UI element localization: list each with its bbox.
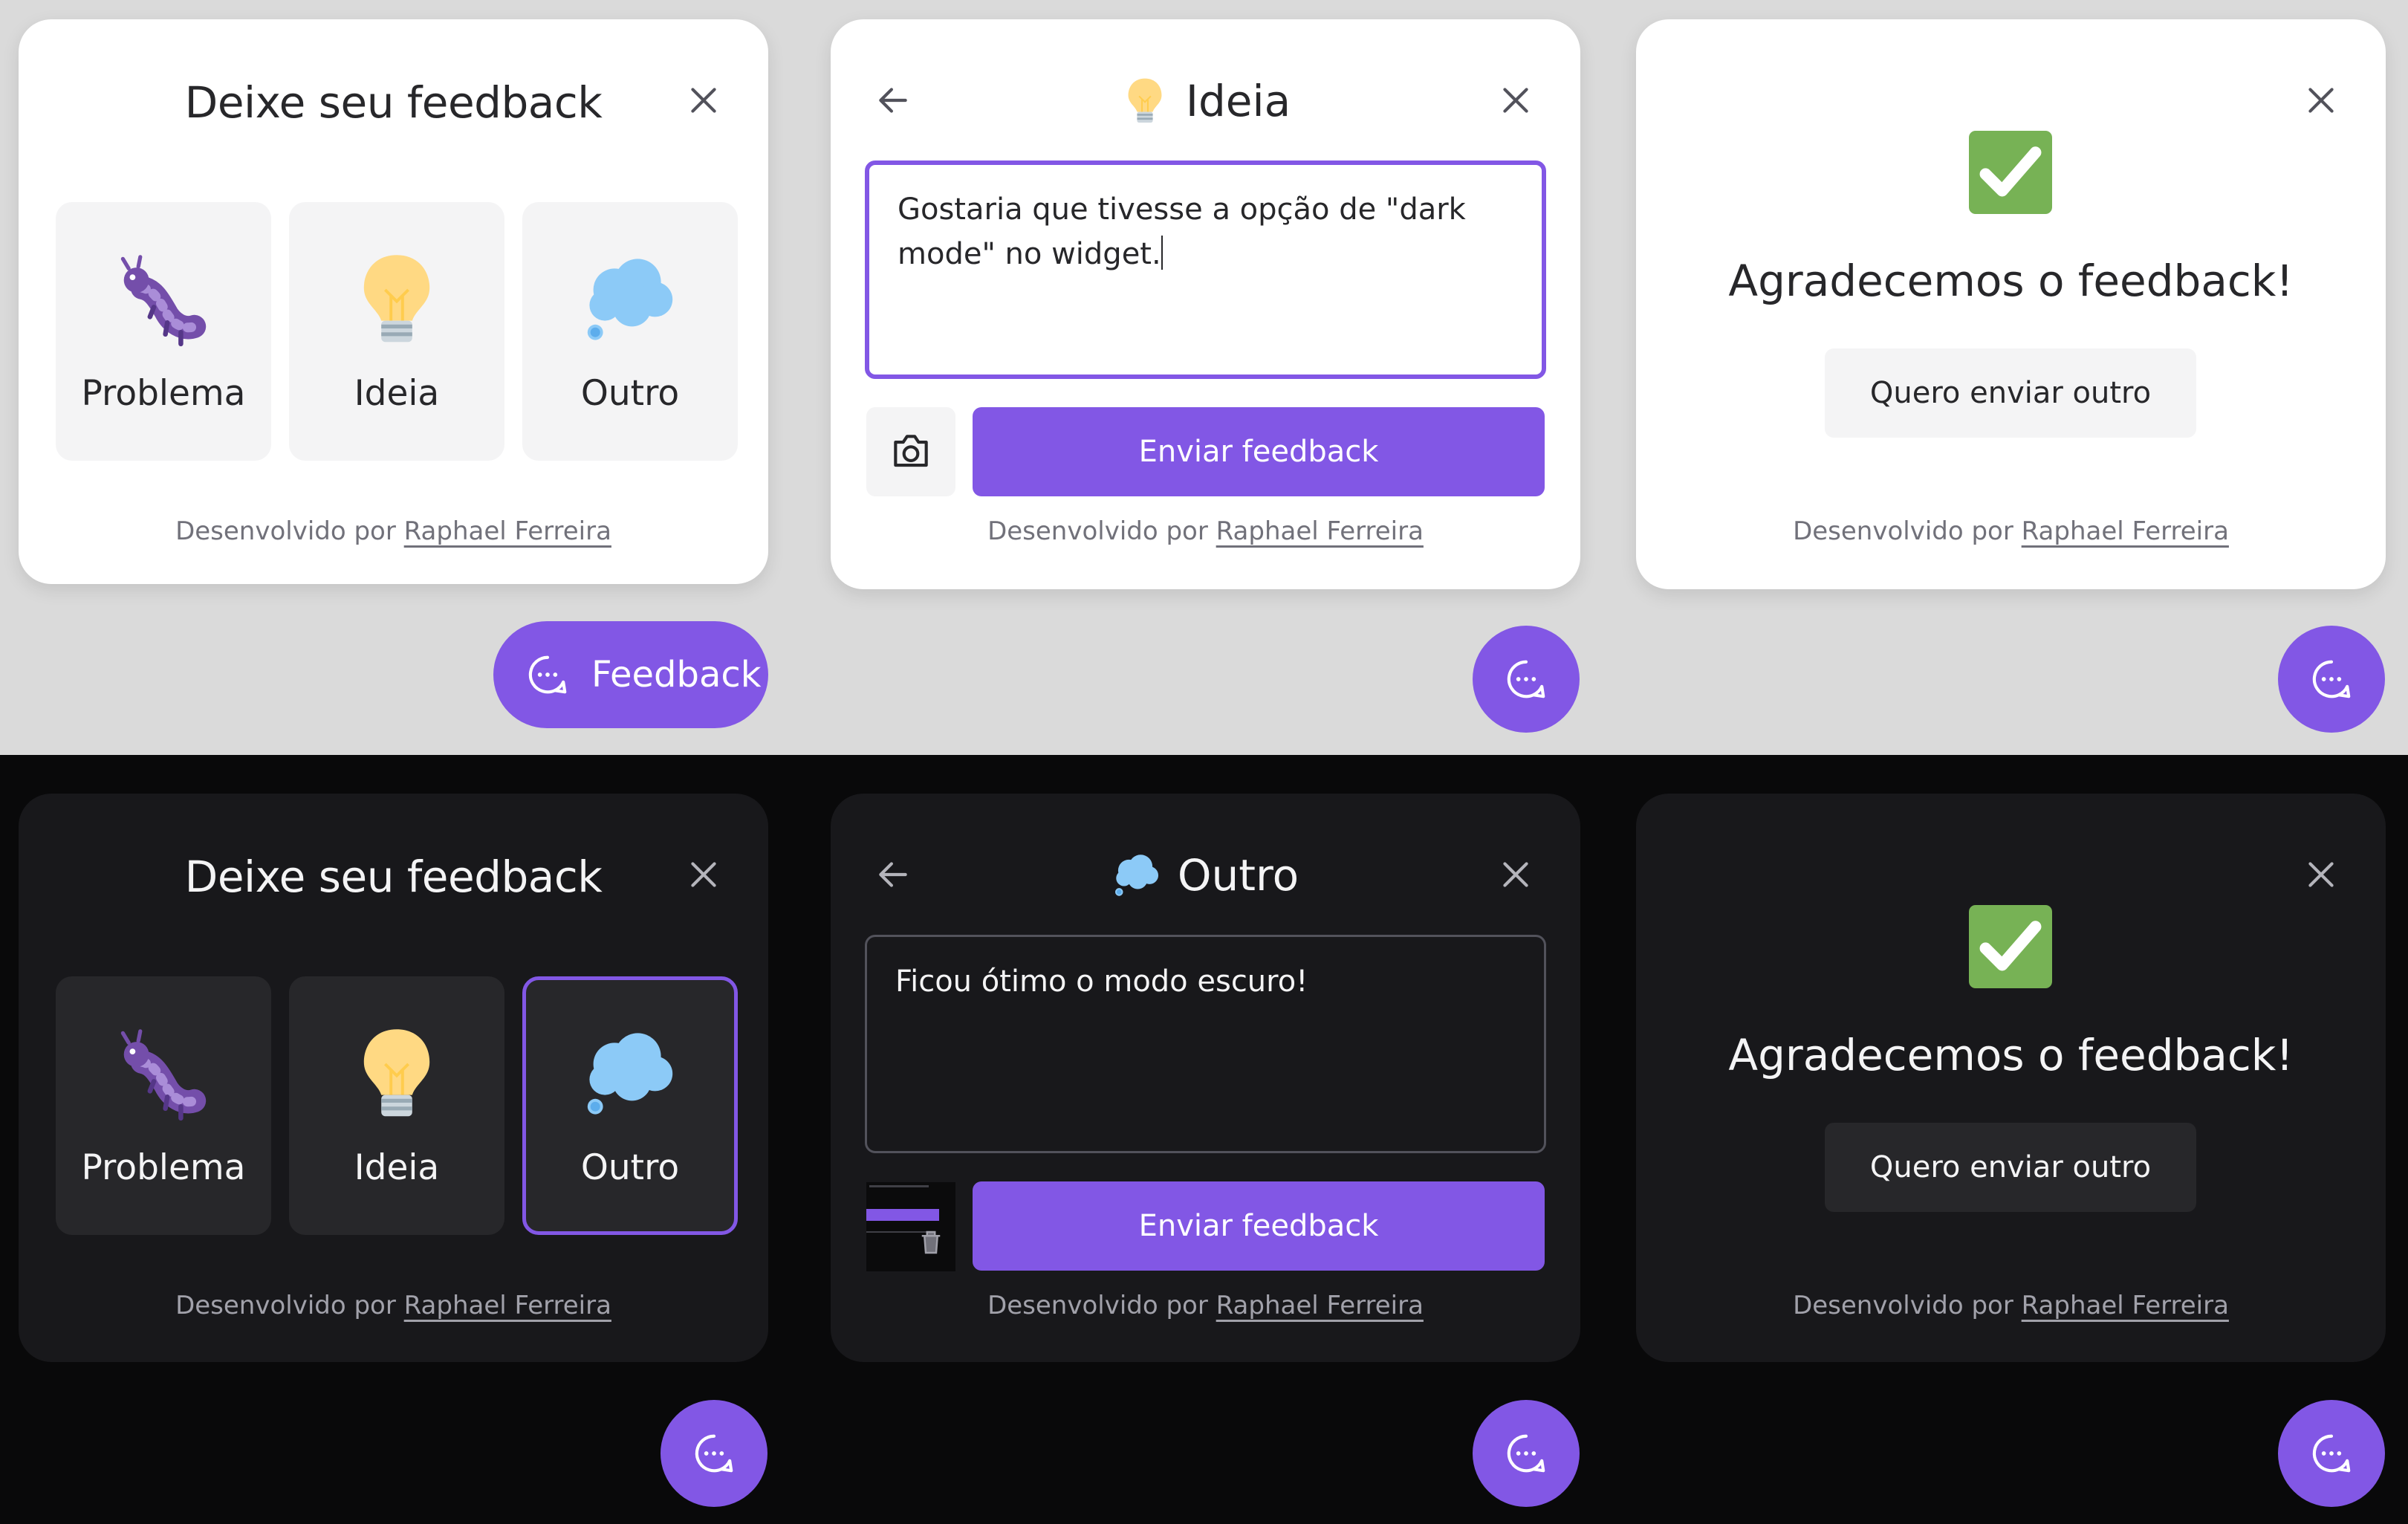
footer-credit: Desenvolvido por Raphael Ferreira	[175, 516, 611, 546]
lightbulb-icon	[1120, 77, 1169, 126]
text-cursor	[1161, 236, 1163, 270]
close-icon[interactable]	[685, 856, 722, 893]
success-message: Agradecemos o feedback!	[1728, 1030, 2294, 1080]
feedback-textarea[interactable]: Gostaria que tivesse a opção de "dark mo…	[865, 160, 1546, 379]
option-outro[interactable]: Outro	[522, 202, 738, 461]
feedback-type-options: Problema Ideia Outro	[56, 976, 738, 1235]
send-another-button[interactable]: Quero enviar outro	[1825, 348, 2196, 438]
option-ideia[interactable]: Ideia	[289, 202, 504, 461]
feedback-widget-button[interactable]	[661, 1400, 767, 1507]
author-link[interactable]: Raphael Ferreira	[2022, 516, 2229, 546]
author-link[interactable]: Raphael Ferreira	[2022, 1291, 2229, 1320]
footer-credit: Desenvolvido por Raphael Ferreira	[1793, 516, 2229, 546]
thought-balloon-icon	[1112, 851, 1161, 900]
feedback-content-card: Ideia Gostaria que tivesse a opção de "d…	[831, 19, 1580, 589]
feedback-widget-button[interactable]	[1473, 626, 1580, 733]
success-message: Agradecemos o feedback!	[1728, 256, 2294, 306]
feedback-content-card: Outro Ficou ótimo o modo escuro! Enviar …	[831, 794, 1580, 1362]
card-header: Outro	[831, 846, 1580, 905]
footer-credit: Desenvolvido por Raphael Ferreira	[987, 516, 1424, 546]
caterpillar-icon	[115, 251, 212, 348]
check-mark-icon	[1969, 905, 2052, 988]
widget-button-label: Feedback	[591, 654, 762, 695]
thought-balloon-icon	[582, 251, 678, 348]
lightbulb-icon	[348, 1025, 445, 1122]
chat-bubble-icon	[691, 1430, 737, 1476]
screenshot-button[interactable]	[866, 407, 955, 496]
chat-bubble-icon	[2308, 1430, 2355, 1476]
footer-credit: Desenvolvido por Raphael Ferreira	[175, 1291, 611, 1320]
card-title: Outro	[1177, 850, 1299, 901]
lightbulb-icon	[348, 251, 445, 348]
dark-theme-row: Deixe seu feedback Problema Ideia Outro …	[0, 755, 2408, 1524]
close-icon[interactable]	[1497, 856, 1534, 893]
camera-icon	[888, 429, 934, 475]
feedback-type-card: Deixe seu feedback Problema Ideia Outro …	[19, 794, 768, 1362]
check-mark-icon	[1969, 131, 2052, 214]
send-feedback-button[interactable]: Enviar feedback	[973, 1181, 1545, 1271]
author-link[interactable]: Raphael Ferreira	[1216, 516, 1424, 546]
author-link[interactable]: Raphael Ferreira	[1216, 1291, 1424, 1320]
close-icon[interactable]	[2302, 856, 2340, 893]
close-icon[interactable]	[2302, 82, 2340, 119]
footer-credit: Desenvolvido por Raphael Ferreira	[987, 1291, 1424, 1320]
option-label: Problema	[81, 1147, 246, 1188]
feedback-widget-button[interactable]	[1473, 1400, 1580, 1507]
chat-bubble-icon	[1503, 656, 1549, 702]
option-problema[interactable]: Problema	[56, 202, 271, 461]
send-another-button[interactable]: Quero enviar outro	[1825, 1123, 2196, 1212]
footer-credit: Desenvolvido por Raphael Ferreira	[1793, 1291, 2229, 1320]
chat-bubble-icon	[2308, 656, 2355, 702]
option-label: Problema	[81, 373, 246, 414]
card-title: Ideia	[1185, 76, 1291, 126]
option-problema[interactable]: Problema	[56, 976, 271, 1235]
close-icon[interactable]	[685, 82, 722, 119]
screenshot-thumbnail[interactable]	[866, 1182, 955, 1271]
thought-balloon-icon	[582, 1025, 678, 1122]
feedback-textarea[interactable]: Ficou ótimo o modo escuro!	[865, 935, 1546, 1153]
option-outro[interactable]: Outro	[522, 976, 738, 1235]
card-header: Ideia	[831, 71, 1580, 131]
feedback-widget-button[interactable]	[2278, 1400, 2385, 1507]
option-ideia[interactable]: Ideia	[289, 976, 504, 1235]
chat-bubble-icon	[525, 652, 571, 698]
option-label: Ideia	[354, 1147, 440, 1188]
author-link[interactable]: Raphael Ferreira	[404, 1291, 611, 1320]
card-title: Deixe seu feedback	[184, 77, 603, 128]
feedback-type-options: Problema Ideia Outro	[56, 202, 738, 461]
option-label: Outro	[580, 373, 680, 414]
author-link[interactable]: Raphael Ferreira	[404, 516, 611, 546]
feedback-widget-button[interactable]: Feedback	[493, 621, 768, 728]
feedback-widget-button[interactable]	[2278, 626, 2385, 733]
caterpillar-icon	[115, 1025, 212, 1122]
light-theme-row: Deixe seu feedback Problema Ideia Outro …	[0, 0, 2408, 755]
feedback-success-card: Agradecemos o feedback! Quero enviar out…	[1636, 794, 2386, 1362]
card-title: Deixe seu feedback	[184, 852, 603, 902]
trash-icon[interactable]	[915, 1227, 947, 1258]
send-feedback-button[interactable]: Enviar feedback	[973, 407, 1545, 496]
close-icon[interactable]	[1497, 82, 1534, 119]
feedback-type-card: Deixe seu feedback Problema Ideia Outro …	[19, 19, 768, 584]
chat-bubble-icon	[1503, 1430, 1549, 1476]
option-label: Outro	[580, 1147, 680, 1188]
feedback-success-card: Agradecemos o feedback! Quero enviar out…	[1636, 19, 2386, 589]
option-label: Ideia	[354, 373, 440, 414]
